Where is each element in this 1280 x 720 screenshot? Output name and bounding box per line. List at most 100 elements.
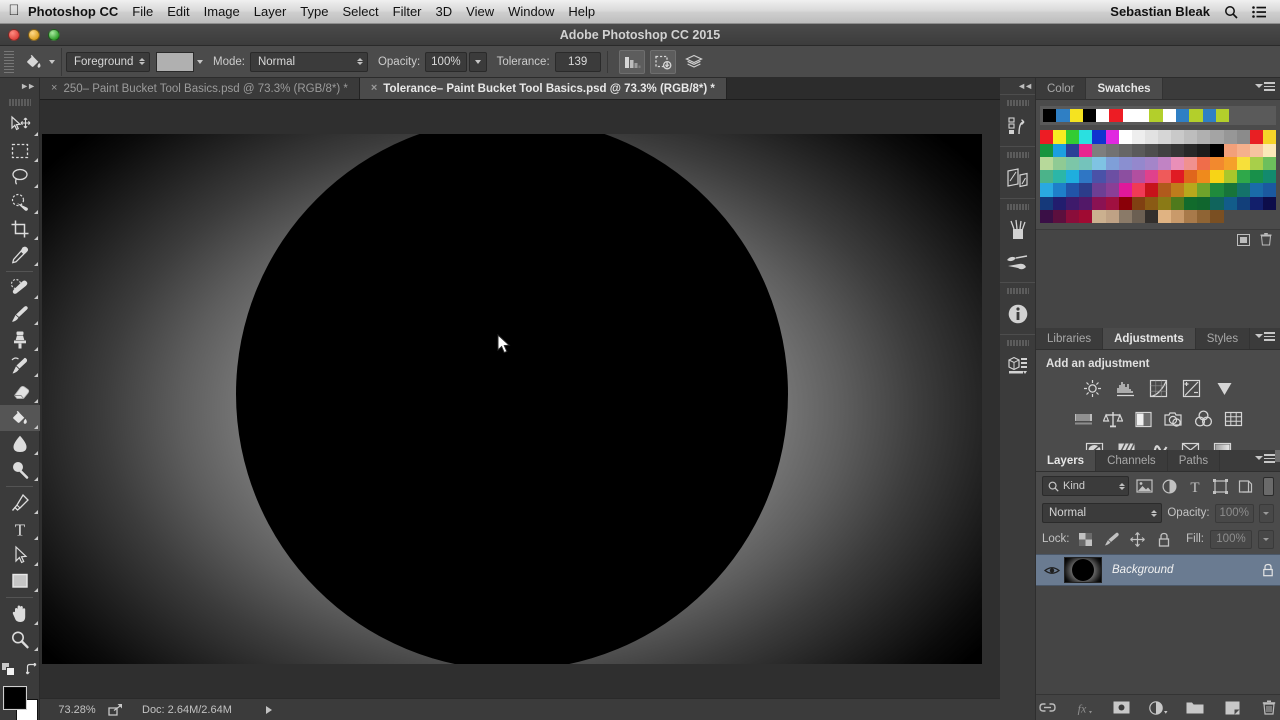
tool-expand-triangle[interactable] xyxy=(30,647,38,651)
pattern-swatch[interactable] xyxy=(156,51,194,72)
swatch-grid[interactable] xyxy=(1040,130,1276,224)
paint-bucket-tool[interactable] xyxy=(0,405,40,431)
swatch-3-14[interactable] xyxy=(1223,170,1237,184)
swatch-0-7[interactable] xyxy=(1131,130,1145,144)
menu-type[interactable]: Type xyxy=(300,4,328,19)
tool-expand-triangle[interactable] xyxy=(30,262,38,266)
swatch-2-4[interactable] xyxy=(1092,156,1106,171)
history-brush-tool[interactable] xyxy=(0,353,40,379)
swatch-1-9[interactable] xyxy=(1157,143,1172,157)
swatch-3-0[interactable] xyxy=(1040,170,1054,184)
photo-filter-icon[interactable] xyxy=(1163,409,1183,429)
swatch-3-13[interactable] xyxy=(1210,170,1224,184)
swatch-1-11[interactable] xyxy=(1184,143,1198,157)
collapse-left-icon[interactable]: ◄◄ xyxy=(1000,78,1035,94)
swatch-3-7[interactable] xyxy=(1131,170,1145,184)
tool-expand-triangle[interactable] xyxy=(30,132,38,136)
adjustment-layers-filter-icon[interactable] xyxy=(1160,476,1179,496)
lock-image-pixels-icon[interactable] xyxy=(1102,529,1122,549)
swatch-5-3[interactable] xyxy=(1079,196,1093,211)
swatch-0-4[interactable] xyxy=(1092,130,1106,144)
swatch-4-13[interactable] xyxy=(1210,183,1224,197)
swatch-1-4[interactable] xyxy=(1092,143,1106,157)
blend-mode-select[interactable]: Normal xyxy=(249,51,368,72)
menu-select[interactable]: Select xyxy=(342,4,378,19)
anti-alias-icon[interactable] xyxy=(618,49,645,74)
link-layers-icon[interactable] xyxy=(1037,698,1057,718)
swatch-0-17[interactable] xyxy=(1262,130,1276,144)
layer-fill-value[interactable]: 100% xyxy=(1210,529,1252,549)
swatch-0-1[interactable] xyxy=(1053,130,1067,144)
menu-help[interactable]: Help xyxy=(568,4,595,19)
swatch-3-8[interactable] xyxy=(1144,170,1158,184)
recent-swatch-11[interactable] xyxy=(1189,109,1203,123)
minimize-button[interactable] xyxy=(28,29,40,41)
swatch-3-4[interactable] xyxy=(1092,170,1106,184)
recent-swatch-12[interactable] xyxy=(1202,109,1216,123)
swatch-0-13[interactable] xyxy=(1210,130,1224,144)
menu-layer[interactable]: Layer xyxy=(254,4,287,19)
zoom-button[interactable] xyxy=(48,29,60,41)
swatch-3-11[interactable] xyxy=(1184,170,1198,184)
recent-swatch-9[interactable] xyxy=(1162,109,1176,123)
search-icon[interactable] xyxy=(1224,5,1238,19)
layer-opacity-chevron-down-icon[interactable] xyxy=(1258,503,1274,523)
swatch-4-5[interactable] xyxy=(1105,183,1119,197)
menu-3d[interactable]: 3D xyxy=(436,4,453,19)
tool-expand-triangle[interactable] xyxy=(30,347,38,351)
recent-swatch-2[interactable] xyxy=(1069,109,1083,123)
swatch-3-12[interactable] xyxy=(1197,170,1211,184)
swatch-5-8[interactable] xyxy=(1144,196,1158,211)
apple-logo-icon[interactable]:  xyxy=(0,3,28,20)
tool-expand-triangle[interactable] xyxy=(30,425,38,429)
rectangle-tool[interactable] xyxy=(0,568,40,594)
menu-filter[interactable]: Filter xyxy=(393,4,422,19)
swatch-6-6[interactable] xyxy=(1118,210,1132,224)
swatch-1-12[interactable] xyxy=(1197,143,1211,157)
dodge-tool[interactable] xyxy=(0,457,40,483)
swatch-3-6[interactable] xyxy=(1118,170,1132,184)
swatch-6-12[interactable] xyxy=(1197,210,1211,224)
tool-expand-triangle[interactable] xyxy=(30,562,38,566)
swatch-0-5[interactable] xyxy=(1105,130,1119,144)
menu-file[interactable]: File xyxy=(132,4,153,19)
swatch-3-10[interactable] xyxy=(1171,170,1185,184)
swatch-0-9[interactable] xyxy=(1157,130,1172,144)
blur-tool[interactable] xyxy=(0,431,40,457)
swatch-4-12[interactable] xyxy=(1197,183,1211,197)
type-tool[interactable]: T xyxy=(0,516,40,542)
swatch-2-8[interactable] xyxy=(1144,156,1158,171)
swatch-1-0[interactable] xyxy=(1040,143,1054,157)
tool-expand-triangle[interactable] xyxy=(30,373,38,377)
swatch-5-7[interactable] xyxy=(1131,196,1145,211)
swatch-2-3[interactable] xyxy=(1079,156,1093,171)
tab-paths[interactable]: Paths xyxy=(1167,450,1221,471)
recent-swatch-5[interactable] xyxy=(1109,109,1123,123)
swatch-4-16[interactable] xyxy=(1249,183,1263,197)
contiguous-icon[interactable] xyxy=(649,49,676,74)
swatch-5-12[interactable] xyxy=(1197,196,1211,211)
document-tab-2[interactable]: × Tolerance– Paint Bucket Tool Basics.ps… xyxy=(359,78,727,99)
swatch-1-3[interactable] xyxy=(1079,143,1093,157)
swatch-5-5[interactable] xyxy=(1105,196,1119,211)
menu-user-name[interactable]: Sebastian Bleak xyxy=(1110,4,1210,19)
swatch-6-7[interactable] xyxy=(1131,210,1145,224)
recent-swatch-10[interactable] xyxy=(1175,109,1190,123)
menu-app-name[interactable]: Photoshop CC xyxy=(28,4,118,19)
swatch-5-13[interactable] xyxy=(1210,196,1224,211)
opacity-input[interactable]: 100% xyxy=(425,51,467,72)
swatch-0-10[interactable] xyxy=(1171,130,1185,144)
swatch-2-0[interactable] xyxy=(1040,156,1054,171)
swatch-4-11[interactable] xyxy=(1184,183,1198,197)
swatch-0-16[interactable] xyxy=(1249,130,1263,144)
swatch-1-10[interactable] xyxy=(1171,143,1185,157)
swatch-1-8[interactable] xyxy=(1144,143,1158,157)
swatch-2-13[interactable] xyxy=(1210,156,1224,171)
all-layers-icon[interactable] xyxy=(681,50,707,74)
quick-selection-tool[interactable] xyxy=(0,190,40,216)
tool-expand-triangle[interactable] xyxy=(30,295,38,299)
brush-tool[interactable] xyxy=(0,301,40,327)
swatch-5-2[interactable] xyxy=(1066,196,1080,211)
swatch-2-11[interactable] xyxy=(1184,156,1198,171)
swatch-1-17[interactable] xyxy=(1262,143,1276,157)
